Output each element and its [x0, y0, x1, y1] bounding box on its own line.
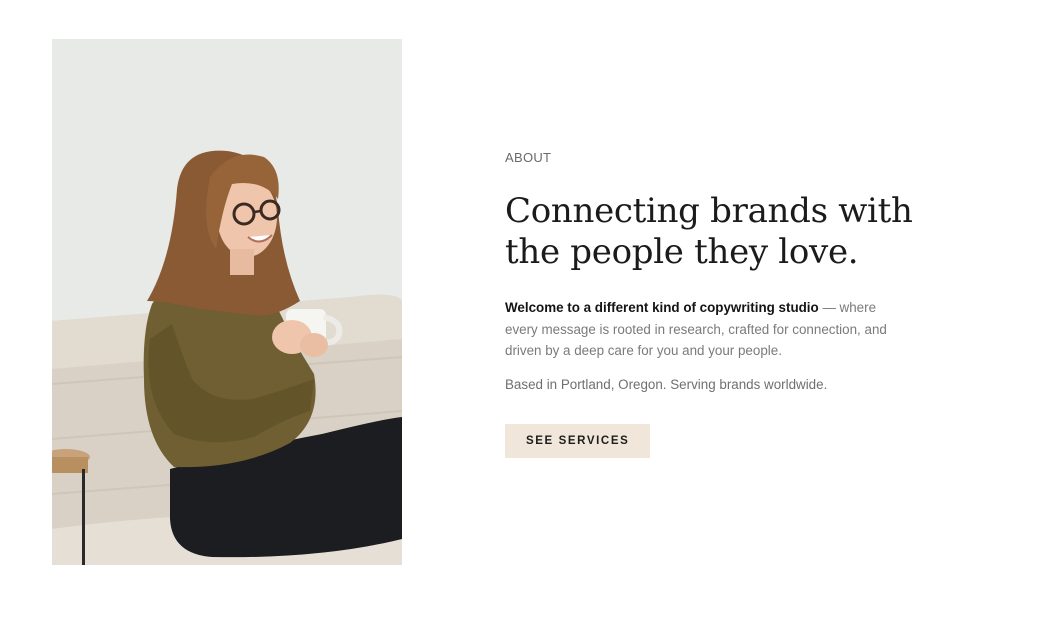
intro-bold-text: Welcome to a different kind of copywriti… — [505, 300, 819, 315]
see-services-button[interactable]: SEE SERVICES — [505, 423, 651, 458]
section-eyebrow: ABOUT — [505, 150, 552, 165]
about-content: ABOUT Connecting brands with the people … — [505, 150, 925, 458]
location-text: Based in Portland, Oregon. Serving brand… — [505, 376, 828, 392]
about-section: ABOUT Connecting brands with the people … — [0, 0, 1054, 629]
intro-paragraph: Welcome to a different kind of copywriti… — [505, 297, 910, 362]
portrait-photo — [52, 39, 402, 565]
about-headline: Connecting brands with the people they l… — [505, 191, 913, 272]
